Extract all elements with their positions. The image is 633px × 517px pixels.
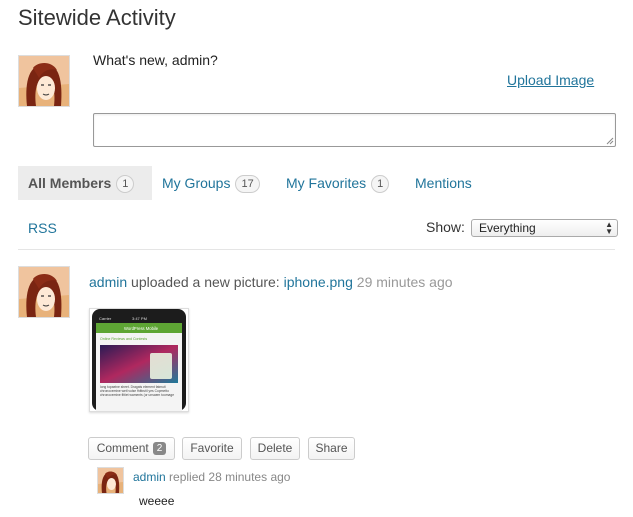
tab-label: All Members (28, 175, 112, 191)
divider (18, 249, 615, 250)
comment-button[interactable]: Comment 2 (88, 437, 175, 460)
activity-action: uploaded a new picture: (131, 274, 280, 290)
comment-count-badge: 2 (152, 442, 167, 455)
tab-label: Mentions (415, 175, 472, 191)
thumb-clock: 3:47 PM (132, 316, 147, 321)
reply-timestamp[interactable]: 28 minutes ago (208, 470, 290, 484)
tab-label: My Groups (162, 175, 231, 191)
share-button[interactable]: Share (308, 437, 355, 460)
tab-count: 1 (116, 175, 135, 194)
tab-mentions[interactable]: Mentions (415, 166, 472, 200)
reply-action: replied (169, 470, 206, 484)
avatar[interactable] (97, 467, 124, 494)
tab-my-groups[interactable]: My Groups 17 (162, 166, 260, 200)
tab-all-members[interactable]: All Members 1 (18, 166, 152, 200)
avatar[interactable] (18, 266, 70, 318)
select-arrows-icon: ▲ ▼ (605, 220, 613, 236)
thumb-heading: Online Reviews and Contests (100, 337, 147, 341)
post-prompt: What's new, admin? (93, 52, 218, 68)
show-label: Show: (426, 219, 465, 235)
activity-file-link[interactable]: iphone.png (284, 274, 353, 290)
thumb-carrier: Carrier (99, 316, 112, 321)
favorite-button[interactable]: Favorite (182, 437, 242, 460)
resize-grip-icon[interactable] (606, 137, 614, 145)
reply-text: weeee (139, 494, 175, 508)
select-value: Everything (479, 221, 536, 235)
upload-image-link[interactable]: Upload Image (507, 72, 594, 88)
reply-header: admin replied 28 minutes ago (133, 470, 290, 484)
tab-label: My Favorites (286, 175, 367, 191)
reply-user-link[interactable]: admin (133, 470, 166, 484)
rss-link[interactable]: RSS (28, 220, 57, 236)
tab-count: 17 (235, 175, 260, 194)
thumb-app-title: WordPress Mobile (124, 326, 159, 331)
delete-button[interactable]: Delete (250, 437, 300, 460)
comment-label: Comment (96, 441, 149, 455)
avatar[interactable] (18, 55, 70, 107)
uploaded-image-thumbnail[interactable]: Carrier 3:47 PM WordPress Mobile Online … (89, 308, 189, 412)
thumb-body-text: long topaeine sheet. Dragats element fat… (100, 385, 175, 397)
page-title: Sitewide Activity (18, 5, 176, 30)
activity-filter-select[interactable]: Everything ▲ ▼ (471, 219, 618, 237)
post-textarea[interactable] (93, 113, 616, 147)
activity-timestamp[interactable]: 29 minutes ago (357, 274, 453, 290)
activity-user-link[interactable]: admin (89, 274, 127, 290)
tab-count: 1 (371, 175, 390, 194)
tab-my-favorites[interactable]: My Favorites 1 (286, 166, 390, 200)
activity-header: admin uploaded a new picture: iphone.png… (89, 274, 453, 290)
